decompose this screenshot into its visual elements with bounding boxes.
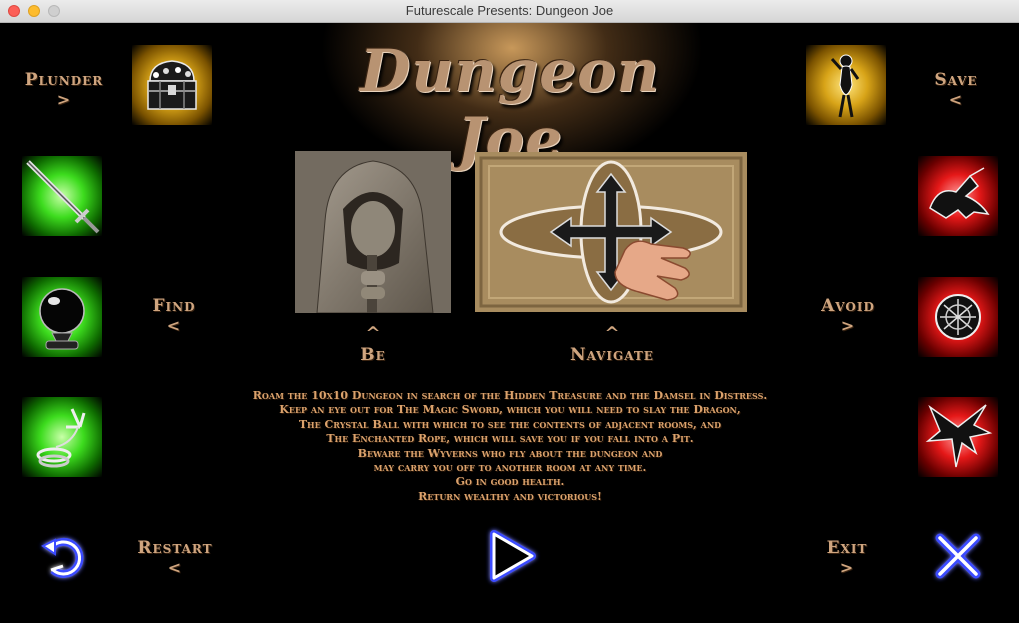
close-icon — [935, 533, 981, 579]
hooded-figure-icon — [295, 151, 451, 313]
intro-text: Roam the 10x10 Dungeon in search of the … — [170, 389, 850, 504]
wyvern-icon — [925, 404, 993, 468]
exit-button[interactable] — [928, 526, 988, 586]
intro-line: The Crystal Ball with which to see the c… — [298, 417, 722, 431]
pit-tile — [918, 277, 998, 357]
game-stage: Dungeon Joe Plunder > Save < Find < Avoi… — [0, 23, 1019, 623]
intro-line: Roam the 10x10 Dungeon in search of the … — [252, 389, 768, 402]
crystal-ball-icon — [39, 288, 85, 350]
save-label: Save < — [916, 69, 996, 109]
restart-arrow: < — [167, 558, 183, 577]
treasure-tile — [132, 45, 212, 125]
damsel-tile — [806, 45, 886, 125]
title-bar: Futurescale Presents: Dungeon Joe — [0, 0, 1019, 23]
restart-icon — [41, 537, 84, 578]
plunder-label: Plunder > — [18, 69, 110, 109]
avoid-label-text: Avoid — [821, 296, 875, 316]
hooded-figure-image — [295, 151, 451, 313]
exit-arrow: > — [839, 558, 855, 577]
intro-line: Go in good health. — [455, 475, 565, 489]
exit-label-text: Exit — [826, 538, 868, 558]
dragon-tile — [918, 156, 998, 236]
navigate-label: Navigate — [570, 345, 654, 365]
sword-tile — [22, 156, 102, 236]
treasure-chest-icon — [147, 60, 197, 110]
intro-line: may carry you off to another room at any… — [373, 461, 647, 475]
rope-icon — [36, 408, 86, 468]
navigate-arrows-icon — [475, 152, 747, 312]
rope-tile — [22, 397, 102, 477]
pit-icon — [935, 294, 981, 340]
restart-button[interactable] — [33, 526, 93, 586]
sword-icon — [26, 160, 100, 234]
crystal-ball-tile — [22, 277, 102, 357]
plunder-arrow: > — [56, 90, 72, 109]
be-label: Be — [360, 345, 386, 365]
restart-label-text: Restart — [137, 538, 213, 558]
find-arrow: < — [166, 316, 182, 335]
intro-line: Return wealthy and victorious! — [418, 489, 602, 503]
play-button[interactable] — [482, 526, 542, 586]
intro-line: Keep an eye out for The Magic Sword, whi… — [279, 403, 741, 417]
damsel-icon — [830, 54, 860, 118]
app-window: Futurescale Presents: Dungeon Joe Dungeo… — [0, 0, 1019, 623]
be-caret: ^ — [365, 323, 381, 344]
plunder-label-text: Plunder — [24, 70, 104, 90]
intro-line: Beware the Wyverns who fly about the dun… — [357, 446, 663, 460]
restart-label: Restart < — [128, 537, 222, 577]
navigation-image — [475, 152, 747, 312]
save-label-text: Save — [934, 70, 978, 90]
play-icon — [490, 530, 536, 582]
avoid-label: Avoid > — [808, 295, 888, 335]
wyvern-tile — [918, 397, 998, 477]
find-label: Find < — [140, 295, 208, 335]
save-arrow: < — [948, 90, 964, 109]
find-label-text: Find — [152, 296, 196, 316]
intro-line: The Enchanted Rope, which will save you … — [326, 432, 694, 446]
navigate-caret: ^ — [604, 323, 620, 344]
window-title: Futurescale Presents: Dungeon Joe — [405, 3, 614, 18]
avoid-arrow: > — [840, 316, 856, 335]
dragon-icon — [929, 167, 990, 219]
exit-label: Exit > — [812, 537, 882, 577]
